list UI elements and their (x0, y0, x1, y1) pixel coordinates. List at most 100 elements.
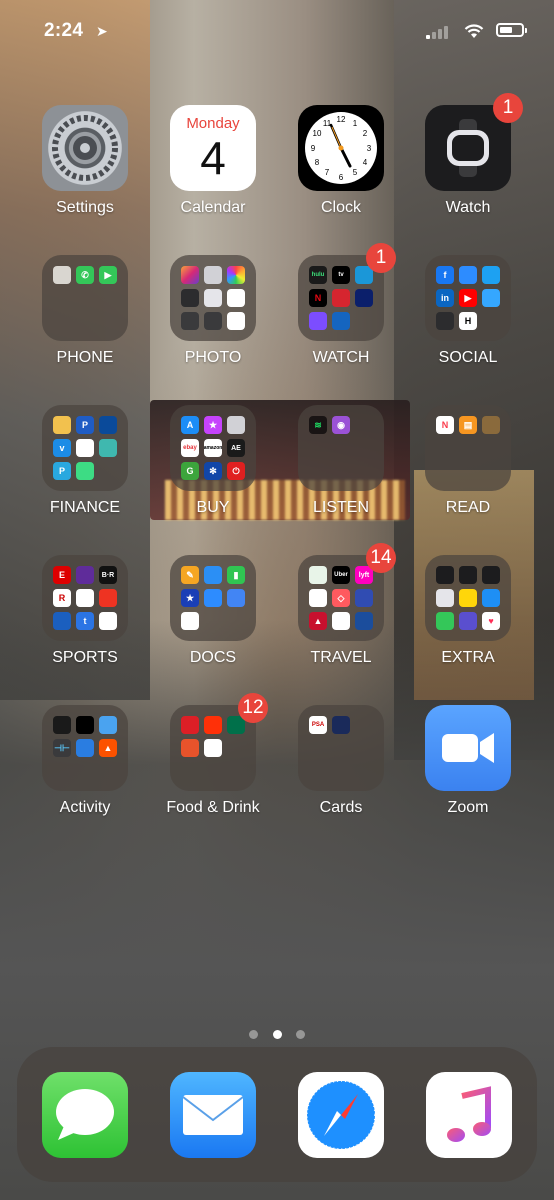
strava-icon: ▲ (99, 739, 117, 757)
compass-icon (298, 1072, 384, 1158)
svg-text:8: 8 (315, 158, 320, 167)
folder-label: EXTRA (441, 649, 495, 666)
folder-label: SPORTS (52, 649, 118, 666)
folder-photo[interactable]: PHOTO (158, 255, 268, 367)
folder-cards[interactable]: PSA Cards (286, 705, 396, 817)
notes-icon (181, 612, 199, 630)
folder-phone[interactable]: ✆ ▶ PHONE (30, 255, 140, 367)
folder-listen[interactable]: ≋ ◉ LISTEN (286, 405, 396, 517)
wifi-icon (464, 24, 484, 38)
folder-icon: hulu tv N 1 (298, 243, 396, 341)
target-icon: ⏻ (227, 462, 245, 480)
folder-read[interactable]: N ▤ READ (413, 405, 523, 517)
app-calendar[interactable]: Monday 4 Calendar (158, 105, 268, 217)
folder-label: Cards (319, 799, 363, 816)
page-indicator[interactable] (0, 1026, 554, 1044)
fitness-app-icon (53, 716, 71, 734)
folder-label: PHOTO (184, 349, 242, 366)
svg-text:6: 6 (339, 173, 344, 182)
southwest-icon (355, 589, 373, 607)
folder-buy[interactable]: A ★ ebay amazon AE G ✻ ⏻ BUY (158, 405, 268, 517)
notification-badge: 1 (493, 93, 523, 123)
svg-text:12: 12 (337, 115, 346, 124)
folder-label: LISTEN (312, 499, 369, 516)
folder-icon: ≋ ◉ (298, 405, 384, 491)
folder-activity[interactable]: ⊣⊢ ▲ Activity (30, 705, 140, 817)
folder-travel[interactable]: Uber lyft ◇ ▲ 14 TRAVEL (286, 543, 396, 667)
folder-sports[interactable]: E B·R R t SPORTS (30, 555, 140, 667)
app-zoom[interactable]: Zoom (413, 705, 523, 817)
workout-icon (99, 716, 117, 734)
app-label: Zoom (447, 799, 489, 816)
find-my-icon (436, 612, 454, 630)
snapseed-icon (227, 289, 245, 307)
chick-fil-a-icon (181, 716, 199, 734)
folder-label: DOCS (189, 649, 237, 666)
pages-icon: ✎ (181, 566, 199, 584)
folder-label: TRAVEL (310, 649, 372, 666)
folder-social[interactable]: f in ▶ H SOCIAL (413, 255, 523, 367)
app-store-icon: A (181, 416, 199, 434)
app-settings[interactable]: Settings (30, 105, 140, 217)
folder-icon: PSA (298, 705, 384, 791)
paypal-icon: P (76, 416, 94, 434)
darkroom-icon (204, 312, 222, 330)
folder-finance[interactable]: P v P FINANCE (30, 405, 140, 517)
clock-icon: 12 1 2 345 678 9 10 11 (298, 105, 384, 191)
activity-rings-icon (76, 716, 94, 734)
maps-icon (309, 566, 327, 584)
app-label: Clock (320, 199, 361, 216)
folder-extra[interactable]: ♥ EXTRA (413, 555, 523, 667)
netflix-icon: N (309, 289, 327, 307)
page-dot[interactable] (295, 1030, 305, 1039)
folder-docs[interactable]: ✎ ▮ ★ DOCS (158, 555, 268, 667)
folder-food-drink[interactable]: 12 Food & Drink (158, 693, 268, 817)
folder-label: Activity (59, 799, 111, 816)
keynote-icon (204, 566, 222, 584)
sports-app-icon (99, 589, 117, 607)
notification-badge: 14 (366, 543, 396, 573)
nba-icon (76, 589, 94, 607)
watch-icon: 1 (425, 93, 523, 191)
voice-memos-icon (482, 566, 500, 584)
page-dot[interactable] (249, 1030, 259, 1039)
photo-editor-icon (181, 312, 199, 330)
books-icon: ▤ (459, 416, 477, 434)
slack-icon (436, 312, 454, 330)
svg-text:10: 10 (313, 129, 322, 138)
speech-bubble-icon (42, 1072, 128, 1158)
svg-text:7: 7 (325, 168, 330, 177)
venmo-icon: v (53, 439, 71, 457)
battery-icon (496, 23, 527, 37)
camera-icon (204, 266, 222, 284)
mini-icon (309, 589, 327, 607)
folder-label: SOCIAL (438, 349, 498, 366)
app-watch[interactable]: 1 Watch (413, 93, 523, 217)
app-label: Settings (56, 199, 114, 216)
dock-messages[interactable] (30, 1072, 140, 1158)
status-bar: 2:24 ➤ (0, 20, 554, 44)
social-app-icon (482, 289, 500, 307)
facebook-icon: f (436, 266, 454, 284)
dock-safari[interactable] (286, 1072, 396, 1158)
imovie-icon: ★ (181, 589, 199, 607)
folder-watch[interactable]: hulu tv N 1 WATCH (286, 243, 396, 367)
folder-label: PHONE (56, 349, 114, 366)
spotify-icon: ≋ (309, 416, 327, 434)
delta-icon: ▲ (309, 612, 327, 630)
paypal-here-icon: P (53, 462, 71, 480)
pixelmator-icon (227, 312, 245, 330)
fitness-shield-icon (76, 739, 94, 757)
zoom-mini-icon (204, 589, 222, 607)
vudu-icon (332, 312, 350, 330)
dock-mail[interactable] (158, 1072, 268, 1158)
linkedin-icon: in (436, 289, 454, 307)
svg-text:4: 4 (363, 158, 368, 167)
video-camera-icon (425, 705, 511, 791)
dock-music[interactable] (414, 1072, 524, 1158)
disney-plus-icon (355, 289, 373, 307)
location-arrow-icon: ➤ (96, 23, 108, 39)
page-dot-current[interactable] (272, 1030, 282, 1039)
mlb-icon (53, 612, 71, 630)
app-clock[interactable]: 12 1 2 345 678 9 10 11 Clock (286, 105, 396, 217)
